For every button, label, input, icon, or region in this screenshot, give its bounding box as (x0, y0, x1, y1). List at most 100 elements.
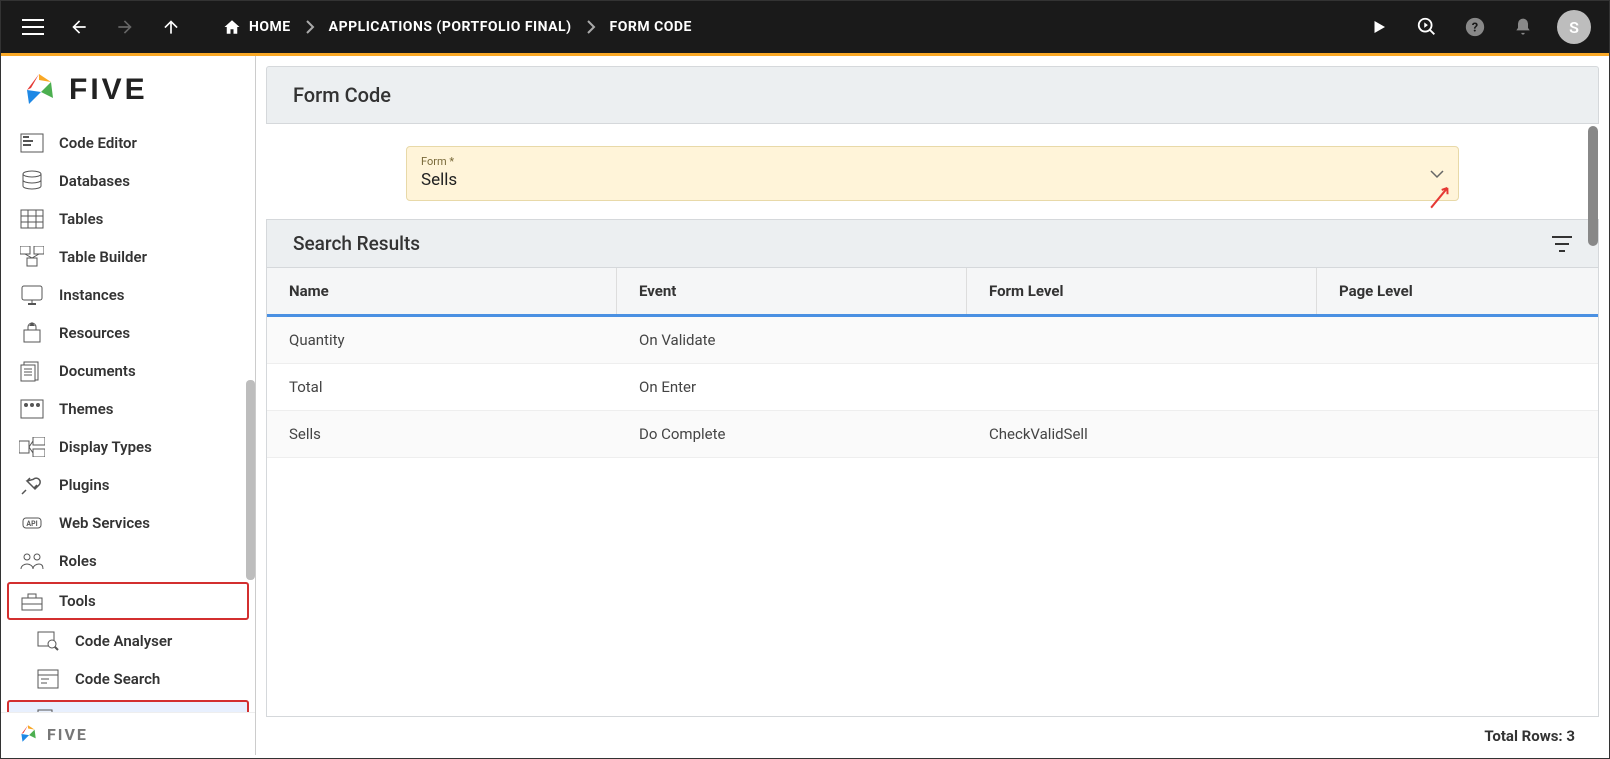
sidebar-item-documents[interactable]: Documents (1, 352, 255, 390)
sidebar-item-label: Themes (59, 400, 113, 418)
sidebar-item-label: Documents (59, 362, 136, 380)
sidebar-item-label: Databases (59, 172, 130, 190)
breadcrumb-formcode[interactable]: FORM CODE (610, 19, 692, 35)
hamburger-icon[interactable] (19, 13, 47, 41)
breadcrumb-home[interactable]: HOME (223, 18, 291, 36)
status-bar: Total Rows: 3 (266, 717, 1599, 755)
td-name: Total (267, 364, 617, 410)
td-page-level (1317, 411, 1598, 457)
th-page-level[interactable]: Page Level (1317, 268, 1598, 314)
documents-icon (19, 360, 45, 382)
sidebar-item-label: Web Services (59, 514, 150, 532)
svg-text:API: API (26, 520, 37, 528)
sidebar-subitem-form-code[interactable]: Form Code (7, 700, 249, 712)
back-icon[interactable] (65, 13, 93, 41)
table-builder-icon (19, 246, 45, 268)
resources-icon (19, 322, 45, 344)
results-table: Name Event Form Level Page Level Quantit… (266, 268, 1599, 717)
sidebar-item-label: Instances (59, 286, 125, 304)
home-icon (223, 18, 241, 36)
sidebar-item-table-builder[interactable]: Table Builder (1, 238, 255, 276)
sidebar-item-plugins[interactable]: Plugins (1, 466, 255, 504)
sidebar-item-label: Resources (59, 324, 130, 342)
people-icon (19, 550, 45, 572)
sidebar-item-themes[interactable]: Themes (1, 390, 255, 428)
th-event[interactable]: Event (617, 268, 967, 314)
api-icon: API (19, 512, 45, 534)
table-row[interactable]: Total On Enter (267, 364, 1598, 411)
breadcrumb-home-label: HOME (249, 19, 291, 35)
td-page-level (1317, 317, 1598, 363)
monitor-icon (19, 284, 45, 306)
display-types-icon (19, 436, 45, 458)
forward-icon (111, 13, 139, 41)
breadcrumb-applications[interactable]: APPLICATIONS (PORTFOLIO FINAL) (329, 19, 572, 35)
chevron-right-icon (305, 20, 315, 34)
td-form-level (967, 317, 1317, 363)
sidebar: FIVE Code Editor Databases Tables Table … (1, 56, 256, 755)
palette-icon (19, 398, 45, 420)
sidebar-scrollbar[interactable] (246, 380, 255, 580)
footer-logo-mark-icon (17, 723, 39, 745)
sidebar-item-tables[interactable]: Tables (1, 200, 255, 238)
results-header: Search Results (266, 219, 1599, 268)
table-header-row: Name Event Form Level Page Level (267, 268, 1598, 317)
panel-title: Form Code (266, 66, 1599, 124)
sidebar-item-instances[interactable]: Instances (1, 276, 255, 314)
table-row[interactable]: Quantity On Validate (267, 317, 1598, 364)
code-analyser-icon (35, 630, 61, 652)
code-block-icon (19, 132, 45, 154)
sidebar-item-display-types[interactable]: Display Types (1, 428, 255, 466)
td-event: On Validate (617, 317, 967, 363)
avatar-initial: S (1569, 18, 1579, 37)
results-title: Search Results (293, 232, 420, 255)
play-icon[interactable] (1365, 13, 1393, 41)
sidebar-item-label: Code Search (75, 670, 160, 688)
up-icon[interactable] (157, 13, 185, 41)
form-select-label: Form * (421, 155, 1444, 168)
sidebar-item-label: Tables (59, 210, 103, 228)
td-event: On Enter (617, 364, 967, 410)
sidebar-subitem-code-search[interactable]: Code Search (1, 660, 255, 698)
table-row[interactable]: Sells Do Complete CheckValidSell (267, 411, 1598, 458)
logo: FIVE (1, 56, 255, 120)
chevron-right-icon (586, 20, 596, 34)
database-icon (19, 170, 45, 192)
form-select[interactable]: Form * Sells (406, 146, 1459, 201)
total-rows-label: Total Rows: 3 (1484, 727, 1575, 745)
topbar: HOME APPLICATIONS (PORTFOLIO FINAL) FORM… (1, 1, 1609, 56)
bell-icon[interactable] (1509, 13, 1537, 41)
avatar[interactable]: S (1557, 10, 1591, 44)
table-icon (19, 208, 45, 230)
svg-text:?: ? (1472, 21, 1478, 36)
sidebar-item-tools[interactable]: Tools (7, 582, 249, 620)
sidebar-item-label: Roles (59, 552, 97, 570)
td-name: Sells (267, 411, 617, 457)
content-scrollbar[interactable] (1588, 126, 1598, 246)
sidebar-item-roles[interactable]: Roles (1, 542, 255, 580)
sidebar-item-label: Form Code (75, 710, 149, 712)
th-form-level[interactable]: Form Level (967, 268, 1317, 314)
sidebar-item-code-editor[interactable]: Code Editor (1, 124, 255, 162)
content: Form Code Form * Sells Search Results Na… (256, 56, 1609, 755)
sidebar-item-databases[interactable]: Databases (1, 162, 255, 200)
filter-icon[interactable] (1552, 236, 1572, 252)
sidebar-item-resources[interactable]: Resources (1, 314, 255, 352)
sidebar-item-label: Code Editor (59, 134, 137, 152)
breadcrumb: HOME APPLICATIONS (PORTFOLIO FINAL) FORM… (223, 18, 692, 36)
form-select-value: Sells (421, 170, 1444, 190)
sidebar-item-label: Display Types (59, 438, 152, 456)
search-run-icon[interactable] (1413, 13, 1441, 41)
plug-icon (19, 474, 45, 496)
sidebar-subitem-code-analyser[interactable]: Code Analyser (1, 622, 255, 660)
sidebar-item-label: Plugins (59, 476, 109, 494)
th-name[interactable]: Name (267, 268, 617, 314)
toolbox-icon (19, 590, 45, 612)
sidebar-item-web-services[interactable]: API Web Services (1, 504, 255, 542)
help-icon[interactable]: ? (1461, 13, 1489, 41)
td-event: Do Complete (617, 411, 967, 457)
td-form-level (967, 364, 1317, 410)
td-name: Quantity (267, 317, 617, 363)
code-search-icon (35, 668, 61, 690)
form-code-icon (35, 708, 61, 712)
